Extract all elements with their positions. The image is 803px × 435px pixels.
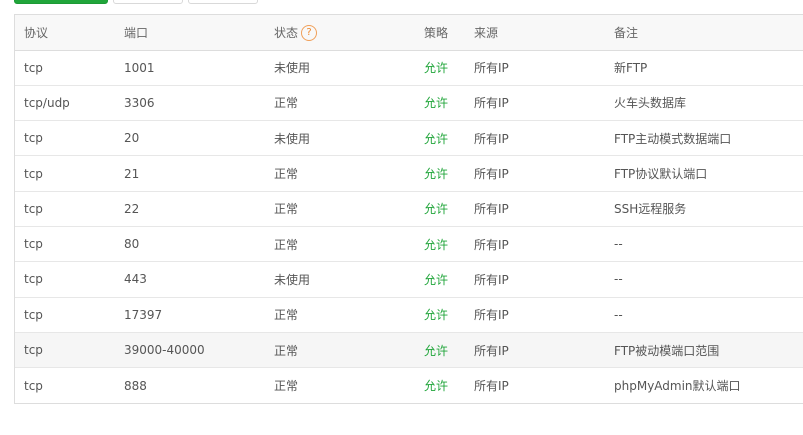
cell-policy: 允许 <box>424 379 449 394</box>
cell-policy: 允许 <box>424 202 449 217</box>
cell-remark: 火车头数据库 <box>614 96 687 111</box>
table-row[interactable]: tcp 888 正常 允许 所有IP phpMyAdmin默认端口 <box>15 368 803 403</box>
cell-port: 22 <box>124 201 140 216</box>
cell-policy: 允许 <box>424 237 449 252</box>
cell-policy: 允许 <box>424 343 449 358</box>
toolbar-button-2[interactable] <box>113 0 183 4</box>
cell-source: 所有IP <box>474 343 509 358</box>
header-policy: 策略 <box>415 15 465 51</box>
table-row[interactable]: tcp 80 正常 允许 所有IP -- <box>15 226 803 262</box>
cell-status: 正常 <box>274 308 299 323</box>
table-row[interactable]: tcp 21 正常 允许 所有IP FTP协议默认端口 <box>15 156 803 192</box>
cell-remark: FTP被动模端口范围 <box>614 343 720 358</box>
cell-remark: FTP主动模式数据端口 <box>614 131 732 146</box>
header-protocol: 协议 <box>15 15 115 51</box>
cell-status: 未使用 <box>274 61 311 76</box>
cell-status: 未使用 <box>274 272 311 287</box>
cell-port: 1001 <box>124 60 155 75</box>
cell-port: 3306 <box>124 95 155 110</box>
cell-status: 正常 <box>274 202 299 217</box>
header-source: 来源 <box>465 15 605 51</box>
firewall-rules-table: 协议 端口 状态? 策略 来源 备注 tcp 1001 未使用 允许 所有IP 新FTP t… <box>14 14 803 404</box>
cell-protocol: tcp <box>24 166 43 181</box>
cell-port: 39000-40000 <box>124 343 205 358</box>
cell-status: 正常 <box>274 343 299 358</box>
toolbar <box>0 0 803 6</box>
cell-source: 所有IP <box>474 167 509 182</box>
cell-port: 888 <box>124 378 147 393</box>
cell-status: 正常 <box>274 379 299 394</box>
cell-remark: -- <box>614 307 623 322</box>
cell-source: 所有IP <box>474 272 509 287</box>
cell-status: 未使用 <box>274 131 311 146</box>
cell-source: 所有IP <box>474 131 509 146</box>
cell-policy: 允许 <box>424 308 449 323</box>
table-row[interactable]: tcp 22 正常 允许 所有IP SSH远程服务 <box>15 191 803 227</box>
cell-port: 443 <box>124 272 147 287</box>
table-row[interactable]: tcp 39000-40000 正常 允许 所有IP FTP被动模端口范围 <box>15 332 803 368</box>
cell-protocol: tcp <box>24 343 43 358</box>
cell-protocol: tcp/udp <box>24 95 70 110</box>
cell-status: 正常 <box>274 167 299 182</box>
toolbar-button-3[interactable] <box>188 0 258 4</box>
cell-status: 正常 <box>274 96 299 111</box>
header-port: 端口 <box>115 15 265 51</box>
table-row[interactable]: tcp 17397 正常 允许 所有IP -- <box>15 297 803 333</box>
add-rule-button[interactable] <box>14 0 108 4</box>
header-status-label: 状态 <box>274 25 299 40</box>
cell-source: 所有IP <box>474 96 509 111</box>
cell-policy: 允许 <box>424 167 449 182</box>
cell-remark: FTP协议默认端口 <box>614 167 708 182</box>
table-row[interactable]: tcp 1001 未使用 允许 所有IP 新FTP <box>15 50 803 86</box>
cell-protocol: tcp <box>24 272 43 287</box>
cell-source: 所有IP <box>474 61 509 76</box>
cell-protocol: tcp <box>24 378 43 393</box>
cell-protocol: tcp <box>24 201 43 216</box>
cell-source: 所有IP <box>474 379 509 394</box>
header-status: 状态? <box>265 15 415 51</box>
cell-protocol: tcp <box>24 131 43 146</box>
cell-policy: 允许 <box>424 96 449 111</box>
cell-protocol: tcp <box>24 307 43 322</box>
cell-status: 正常 <box>274 237 299 252</box>
cell-port: 80 <box>124 237 140 252</box>
cell-remark: -- <box>614 272 623 287</box>
table-row[interactable]: tcp/udp 3306 正常 允许 所有IP 火车头数据库 <box>15 85 803 121</box>
cell-policy: 允许 <box>424 131 449 146</box>
cell-protocol: tcp <box>24 60 43 75</box>
help-icon[interactable]: ? <box>301 25 318 41</box>
cell-remark: SSH远程服务 <box>614 202 687 217</box>
cell-remark: phpMyAdmin默认端口 <box>614 379 741 394</box>
cell-remark: -- <box>614 237 623 252</box>
cell-protocol: tcp <box>24 237 43 252</box>
cell-source: 所有IP <box>474 202 509 217</box>
cell-port: 17397 <box>124 307 163 322</box>
cell-policy: 允许 <box>424 61 449 76</box>
cell-port: 21 <box>124 166 140 181</box>
table-row[interactable]: tcp 443 未使用 允许 所有IP -- <box>15 262 803 298</box>
header-remark: 备注 <box>605 15 803 51</box>
table-row[interactable]: tcp 20 未使用 允许 所有IP FTP主动模式数据端口 <box>15 121 803 156</box>
cell-port: 20 <box>124 131 140 146</box>
cell-policy: 允许 <box>424 272 449 287</box>
cell-remark: 新FTP <box>614 61 648 76</box>
table-header-row: 协议 端口 状态? 策略 来源 备注 <box>15 15 803 51</box>
cell-source: 所有IP <box>474 237 509 252</box>
cell-source: 所有IP <box>474 308 509 323</box>
